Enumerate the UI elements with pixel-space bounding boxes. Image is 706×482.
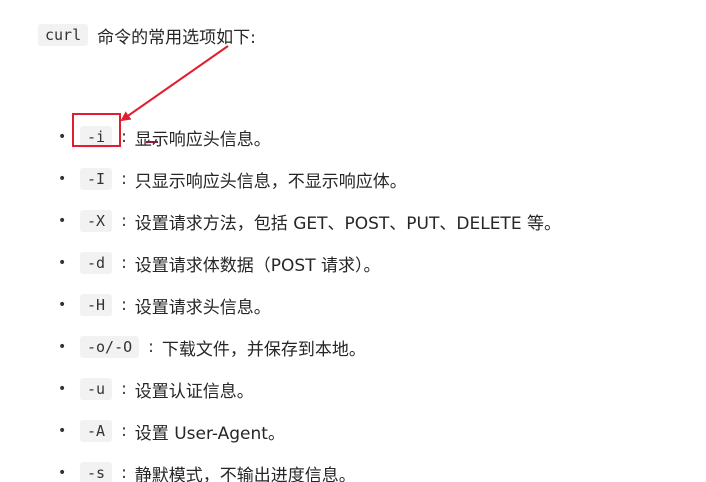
bullet-icon: • xyxy=(58,297,67,313)
option-description: 设置请求方法，包括 GET、POST、PUT、DELETE 等。 xyxy=(134,213,561,234)
option-separator: : xyxy=(121,169,127,189)
option-separator: : xyxy=(121,253,127,273)
option-description: 设置请求体数据（POST 请求）。 xyxy=(134,255,381,276)
bullet-icon: • xyxy=(58,465,67,481)
list-item: • -d : 设置请求体数据（POST 请求）。 xyxy=(50,242,690,284)
bullet-icon: • xyxy=(58,423,67,439)
options-list: • -i : 显示响应头信息。 • -I : 只显示响应头信息，不显示响应体。 … xyxy=(50,116,690,482)
option-separator: : xyxy=(121,421,127,441)
option-description: 显示响应头信息。 xyxy=(134,129,271,150)
option-flag: -H xyxy=(80,294,113,316)
option-description: 设置请求头信息。 xyxy=(134,297,271,318)
option-description: 设置 User-Agent。 xyxy=(134,423,285,444)
list-item: • -A : 设置 User-Agent。 xyxy=(50,410,690,452)
option-flag: -X xyxy=(80,210,113,232)
intro-code: curl xyxy=(38,24,89,46)
bullet-icon: • xyxy=(58,255,67,271)
list-item: • -H : 设置请求头信息。 xyxy=(50,284,690,326)
option-flag: -I xyxy=(80,168,113,190)
option-flag: -d xyxy=(80,252,113,274)
option-description: 设置认证信息。 xyxy=(134,381,254,402)
list-item: • -X : 设置请求方法，包括 GET、POST、PUT、DELETE 等。 xyxy=(50,200,690,242)
option-flag: -i xyxy=(80,126,113,148)
intro-text: 命令的常用选项如下: xyxy=(97,27,256,48)
option-separator: : xyxy=(121,463,127,482)
option-separator: : xyxy=(121,379,127,399)
option-separator: : xyxy=(121,211,127,231)
option-separator: : xyxy=(121,295,127,315)
list-item: • -u : 设置认证信息。 xyxy=(50,368,690,410)
option-flag: -s xyxy=(80,462,113,482)
option-separator: : xyxy=(121,127,127,147)
list-item: • -i : 显示响应头信息。 xyxy=(50,116,690,158)
list-item: • -I : 只显示响应头信息，不显示响应体。 xyxy=(50,158,690,200)
list-item: • -o/-O : 下载文件，并保存到本地。 xyxy=(50,326,690,368)
option-description: 下载文件，并保存到本地。 xyxy=(161,339,366,360)
option-flag: -u xyxy=(80,378,113,400)
bullet-icon: • xyxy=(58,213,67,229)
intro-line: curl 命令的常用选项如下: xyxy=(38,20,256,50)
bullet-icon: • xyxy=(58,129,67,145)
option-description: 静默模式，不输出进度信息。 xyxy=(134,465,356,482)
option-flag: -A xyxy=(80,420,113,442)
option-flag: -o/-O xyxy=(80,336,140,358)
option-separator: : xyxy=(148,337,154,357)
bullet-icon: • xyxy=(58,339,67,355)
bullet-icon: • xyxy=(58,171,67,187)
bullet-icon: • xyxy=(58,381,67,397)
option-description: 只显示响应头信息，不显示响应体。 xyxy=(134,171,407,192)
list-item: • -s : 静默模式，不输出进度信息。 xyxy=(50,452,690,482)
